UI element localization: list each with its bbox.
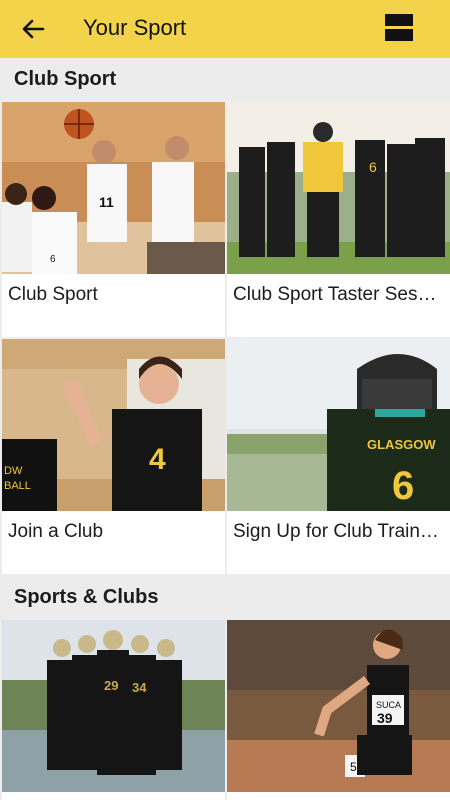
svg-text:BALL: BALL bbox=[4, 480, 31, 492]
svg-text:39: 39 bbox=[377, 710, 393, 726]
app-bar: Your Sport bbox=[0, 0, 450, 58]
svg-text:34: 34 bbox=[132, 680, 147, 695]
arrow-left-icon[interactable] bbox=[18, 14, 48, 44]
athletics-runner-photo: SUCA 39 5 bbox=[227, 620, 450, 792]
american-football-team-photo: 29 34 bbox=[2, 620, 225, 792]
basketball-team-photo: 11 6 bbox=[2, 102, 225, 274]
card-join-a-club[interactable]: DW BALL 4 Join a Club bbox=[2, 339, 225, 574]
svg-text:6: 6 bbox=[369, 159, 377, 175]
netball-high-five-photo: DW BALL 4 bbox=[2, 339, 225, 511]
page-title: Your Sport bbox=[83, 15, 187, 40]
view-toggle-icon[interactable] bbox=[385, 14, 415, 42]
card-label: Club Sport Taster Sessions bbox=[233, 284, 443, 305]
section-header-sports-and-clubs: Sports & Clubs bbox=[0, 576, 450, 618]
card-american-football[interactable]: 29 34 bbox=[2, 620, 225, 800]
card-label: Sign Up for Club Training bbox=[233, 521, 443, 542]
card-club-sport-taster-sessions[interactable]: 6 Club Sport Taster Sessions bbox=[227, 102, 450, 337]
svg-text:DW: DW bbox=[4, 465, 23, 477]
card-label: Club Sport bbox=[8, 284, 98, 305]
svg-text:29: 29 bbox=[104, 678, 118, 693]
svg-text:4: 4 bbox=[149, 443, 166, 476]
svg-text:6: 6 bbox=[50, 254, 56, 265]
section-title: Club Sport bbox=[14, 68, 117, 90]
svg-text:SUCA: SUCA bbox=[376, 700, 401, 710]
section-title: Sports & Clubs bbox=[14, 586, 159, 608]
svg-text:GLASGOW: GLASGOW bbox=[367, 437, 436, 452]
section-header-club-sport: Club Sport bbox=[0, 58, 450, 100]
svg-text:6: 6 bbox=[392, 464, 414, 508]
card-athletics[interactable]: SUCA 39 5 bbox=[227, 620, 450, 800]
card-club-sport[interactable]: 11 6 Club Sport bbox=[2, 102, 225, 337]
card-label: Join a Club bbox=[8, 521, 104, 542]
card-sign-up-for-club-training[interactable]: GLASGOW 6 Sign Up for Club Training bbox=[227, 339, 450, 574]
hockey-team-huddle-photo: 6 bbox=[227, 102, 450, 274]
svg-text:5: 5 bbox=[350, 760, 357, 774]
svg-text:11: 11 bbox=[99, 194, 114, 210]
hockey-player-helmet-photo: GLASGOW 6 bbox=[227, 339, 450, 511]
